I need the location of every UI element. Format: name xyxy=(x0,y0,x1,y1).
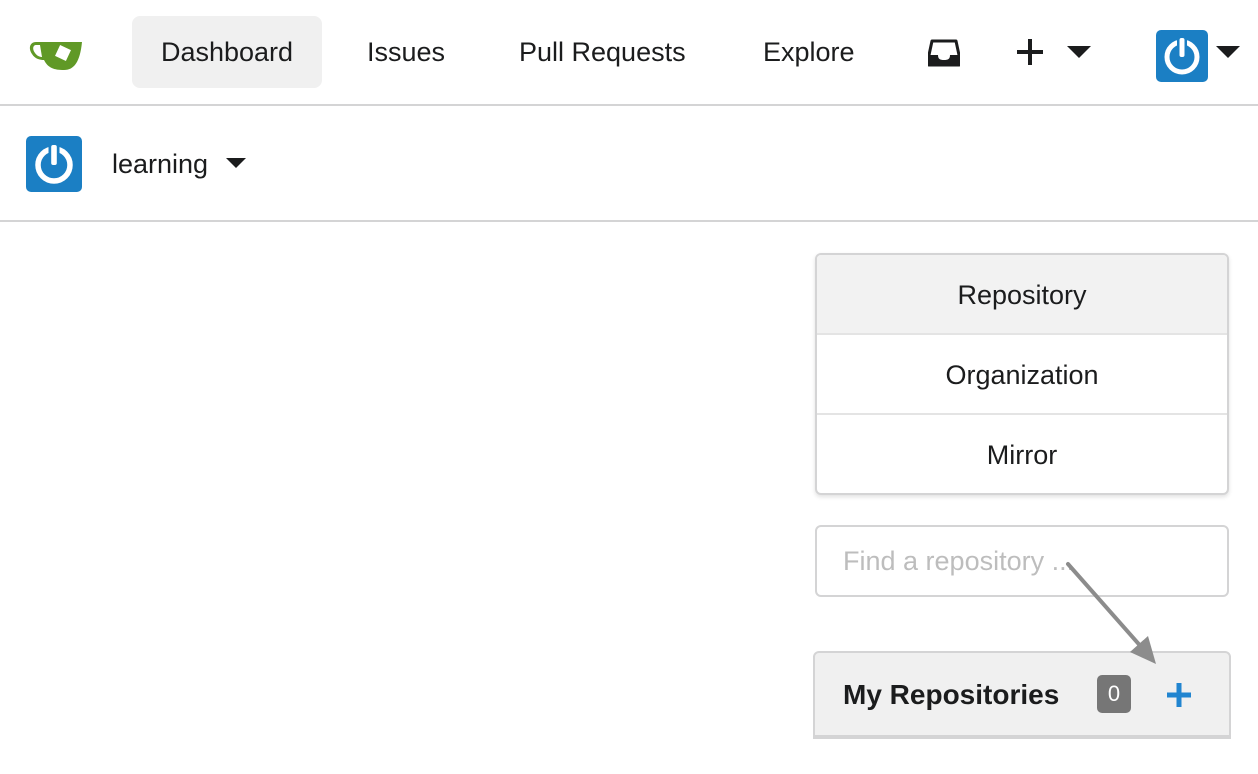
create-new-menu: Repository Organization Mirror xyxy=(815,253,1229,495)
menu-item-new-mirror[interactable]: Mirror xyxy=(817,415,1227,493)
nav-explore[interactable]: Explore xyxy=(737,16,881,88)
context-switcher-bar: learning xyxy=(0,106,1258,222)
context-avatar[interactable] xyxy=(26,136,82,192)
repository-count-badge: 0 xyxy=(1097,675,1131,713)
menu-item-new-repository[interactable]: Repository xyxy=(817,255,1227,335)
menu-item-new-organization[interactable]: Organization xyxy=(817,335,1227,415)
user-avatar[interactable] xyxy=(1156,30,1208,82)
user-menu-chevron-down-icon[interactable] xyxy=(1216,46,1240,58)
inbox-icon[interactable] xyxy=(927,38,961,68)
nav-issues[interactable]: Issues xyxy=(341,16,471,88)
top-navbar: Dashboard Issues Pull Requests Explore xyxy=(0,0,1258,106)
create-dropdown-chevron-down-icon[interactable] xyxy=(1067,46,1091,58)
create-new-plus-icon[interactable] xyxy=(1014,36,1046,68)
nav-dashboard[interactable]: Dashboard xyxy=(132,16,322,88)
add-repository-plus-icon[interactable] xyxy=(1165,681,1193,709)
my-repositories-title: My Repositories xyxy=(843,679,1060,710)
nav-pull-requests[interactable]: Pull Requests xyxy=(493,16,712,88)
gitea-logo-icon[interactable] xyxy=(26,30,86,74)
context-user-name[interactable]: learning xyxy=(112,144,208,184)
find-repository-input[interactable] xyxy=(815,525,1229,597)
context-chevron-down-icon[interactable] xyxy=(226,158,246,168)
my-repositories-header: My Repositories 0 xyxy=(813,651,1231,739)
